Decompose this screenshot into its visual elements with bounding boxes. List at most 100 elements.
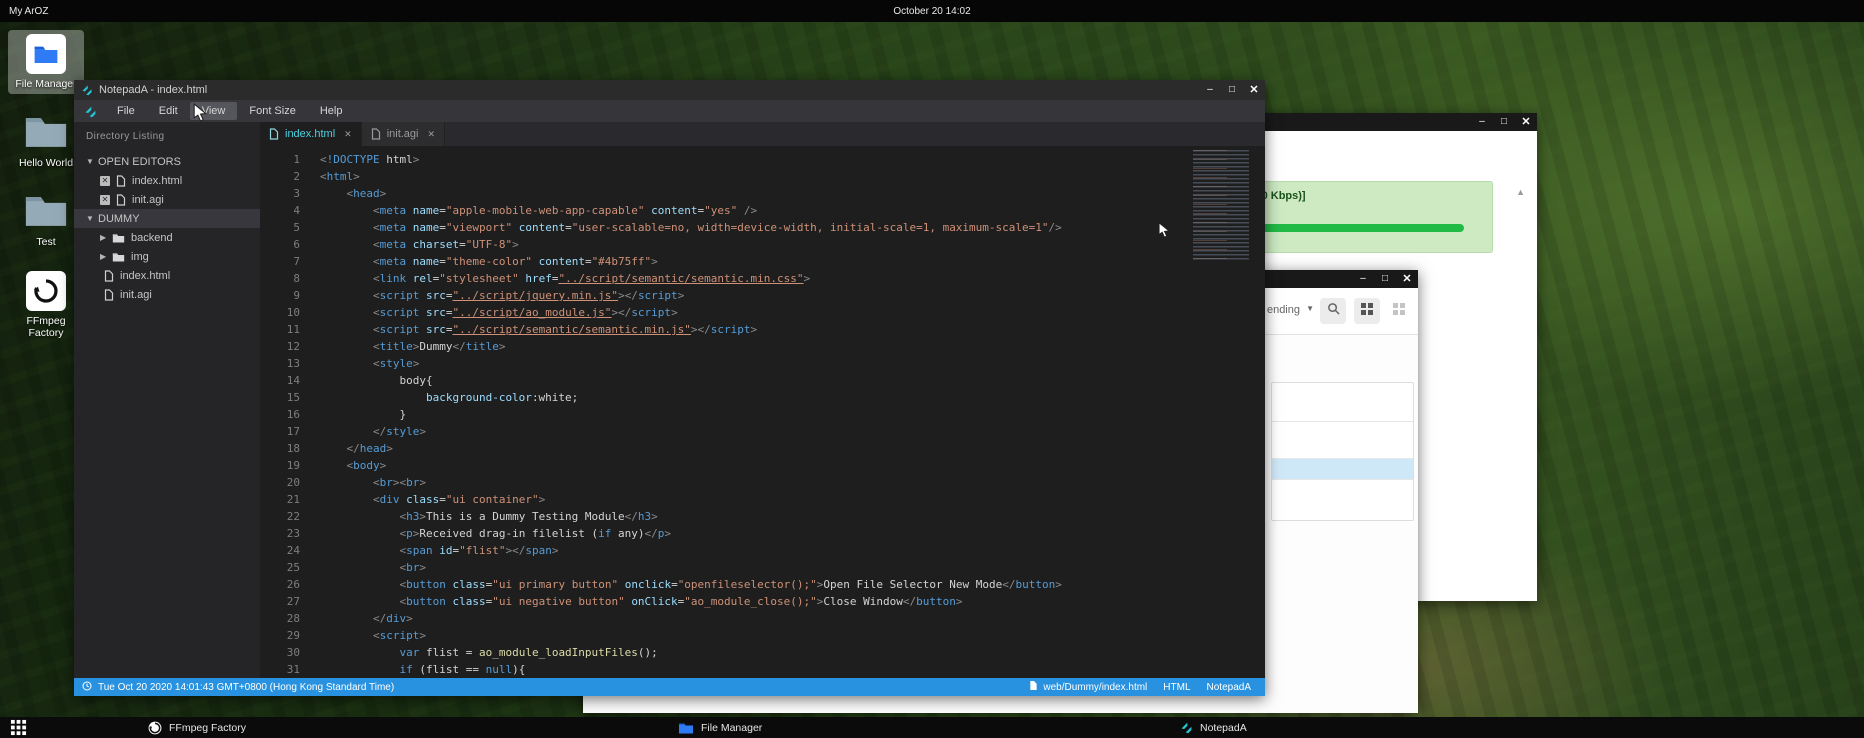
search-icon: [1327, 302, 1340, 320]
minimize-button[interactable]: –: [1199, 81, 1221, 99]
code-line: 17 </style>: [260, 423, 1265, 440]
code-line: 12 <title>Dummy</title>: [260, 338, 1265, 355]
code-line: 9 <script src="../script/jquery.min.js">…: [260, 287, 1265, 304]
status-file-path[interactable]: web/Dummy/index.html: [1043, 682, 1147, 693]
minimize-button[interactable]: –: [1352, 270, 1374, 288]
close-button[interactable]: ✕: [1243, 81, 1265, 99]
file-icon: [116, 175, 126, 187]
close-button[interactable]: ✕: [1515, 113, 1537, 131]
taskbar-item-label: NotepadA: [1200, 722, 1247, 734]
file-icon: [371, 128, 381, 140]
line-number: 31: [260, 661, 300, 678]
sort-order-dropdown[interactable]: ending: [1267, 304, 1300, 316]
line-number: 21: [260, 491, 300, 508]
menu-font-size[interactable]: Font Size: [237, 102, 307, 120]
status-language[interactable]: HTML: [1163, 682, 1190, 693]
line-number: 3: [260, 185, 300, 202]
tree-label: index.html: [120, 270, 170, 282]
line-number: 24: [260, 542, 300, 559]
file-icon: [1029, 680, 1038, 694]
list-view-button[interactable]: [1386, 298, 1412, 324]
app-launcher-icon[interactable]: [10, 719, 27, 736]
window-title: NotepadA - index.html: [99, 84, 207, 96]
tab-label: init.agi: [387, 128, 419, 140]
grid-view-icon: [1361, 302, 1373, 320]
code-line: 19 <body>: [260, 457, 1265, 474]
desktop-icon-label: Hello World: [19, 157, 73, 169]
tree-item-backend[interactable]: ▶ backend: [74, 228, 260, 247]
chevron-down-icon: ▼: [86, 214, 98, 223]
menu-file[interactable]: File: [105, 102, 147, 120]
tab-init.agi[interactable]: init.agi ✕: [362, 122, 445, 146]
minimize-button[interactable]: –: [1471, 113, 1493, 131]
file-list-row[interactable]: [1272, 383, 1413, 422]
code-editor[interactable]: 1<!DOCTYPE html>2<html>3 <head>4 <meta n…: [260, 146, 1265, 678]
tree-section-open-editors[interactable]: ▼OPEN EDITORS: [74, 152, 260, 171]
line-number: 11: [260, 321, 300, 338]
close-file-icon[interactable]: ✕: [100, 195, 110, 205]
line-number: 10: [260, 304, 300, 321]
line-number: 20: [260, 474, 300, 491]
scroll-up-icon[interactable]: ▲: [1516, 187, 1525, 197]
tree-item-init.agi[interactable]: init.agi: [74, 285, 260, 304]
close-file-icon[interactable]: ✕: [100, 176, 110, 186]
line-number: 12: [260, 338, 300, 355]
line-number: 13: [260, 355, 300, 372]
taskbar-item-ffmpeg-factory[interactable]: FFmpeg Factory: [148, 717, 246, 738]
desktop-icon-label: File Manager: [15, 78, 76, 90]
maximize-button[interactable]: □: [1493, 113, 1515, 131]
line-number: 9: [260, 287, 300, 304]
line-number: 8: [260, 270, 300, 287]
folder-icon: [23, 113, 69, 154]
notepada-window[interactable]: NotepadA - index.html –□✕ FileEditViewFo…: [74, 80, 1265, 696]
code-line: 21 <div class="ui container">: [260, 491, 1265, 508]
line-number: 19: [260, 457, 300, 474]
status-datetime: Tue Oct 20 2020 14:01:43 GMT+0800 (Hong …: [98, 682, 394, 693]
code-line: 13 <style>: [260, 355, 1265, 372]
taskbar-item-notepada[interactable]: NotepadA: [1180, 717, 1247, 738]
desktop-icon-test[interactable]: Test: [8, 188, 84, 252]
file-icon: [104, 289, 114, 301]
mouse-cursor: [193, 103, 207, 127]
close-tab-icon[interactable]: ✕: [427, 129, 435, 140]
tree-item-init.agi[interactable]: ✕ init.agi: [74, 190, 260, 209]
file-icon: [116, 194, 126, 206]
editor-statusbar: Tue Oct 20 2020 14:01:43 GMT+0800 (Hong …: [74, 678, 1265, 696]
close-button[interactable]: ✕: [1396, 270, 1418, 288]
code-line: 20 <br><br>: [260, 474, 1265, 491]
tree-item-img[interactable]: ▶ img: [74, 247, 260, 266]
clock-icon: [82, 681, 92, 694]
ffmpeg-icon: [148, 721, 162, 735]
file-list-row[interactable]: [1272, 480, 1413, 520]
close-tab-icon[interactable]: ✕: [344, 129, 352, 140]
tree-item-index.html[interactable]: ✕ index.html: [74, 171, 260, 190]
code-line: 16 }: [260, 406, 1265, 423]
notepada-icon: [1180, 721, 1193, 734]
line-number: 17: [260, 423, 300, 440]
directory-sidebar: Directory Listing ▼OPEN EDITORS✕ index.h…: [74, 122, 260, 678]
notepada-titlebar[interactable]: NotepadA - index.html –□✕: [74, 80, 1265, 100]
editor-pane: index.html ✕ init.agi ✕ 1<!DOCTYPE html>…: [260, 122, 1265, 678]
tree-item-index.html[interactable]: index.html: [74, 266, 260, 285]
desktop-icon-ffmpeg-factory[interactable]: FFmpeg Factory: [8, 267, 84, 343]
maximize-button[interactable]: □: [1374, 270, 1396, 288]
search-button[interactable]: [1320, 298, 1346, 324]
tree-label: init.agi: [120, 289, 152, 301]
code-line: 23 <p>Received drag-in filelist (if any)…: [260, 525, 1265, 542]
file-list-row[interactable]: [1272, 422, 1413, 459]
line-number: 30: [260, 644, 300, 661]
tab-index.html[interactable]: index.html ✕: [260, 122, 362, 146]
line-number: 27: [260, 593, 300, 610]
menu-edit[interactable]: Edit: [147, 102, 190, 120]
minimap[interactable]: [1193, 150, 1259, 260]
menu-help[interactable]: Help: [308, 102, 355, 120]
maximize-button[interactable]: □: [1221, 81, 1243, 99]
desktop-icon-file-manager[interactable]: File Manager: [8, 30, 84, 94]
tree-label: OPEN EDITORS: [98, 156, 181, 168]
desktop-icon-hello-world[interactable]: Hello World: [8, 109, 84, 173]
tree-section-dummy[interactable]: ▼DUMMY: [74, 209, 260, 228]
tree-label: init.agi: [132, 194, 164, 206]
grid-view-button[interactable]: [1354, 298, 1380, 324]
file-list-row[interactable]: [1272, 459, 1413, 480]
taskbar-item-file-manager[interactable]: File Manager: [678, 717, 762, 738]
